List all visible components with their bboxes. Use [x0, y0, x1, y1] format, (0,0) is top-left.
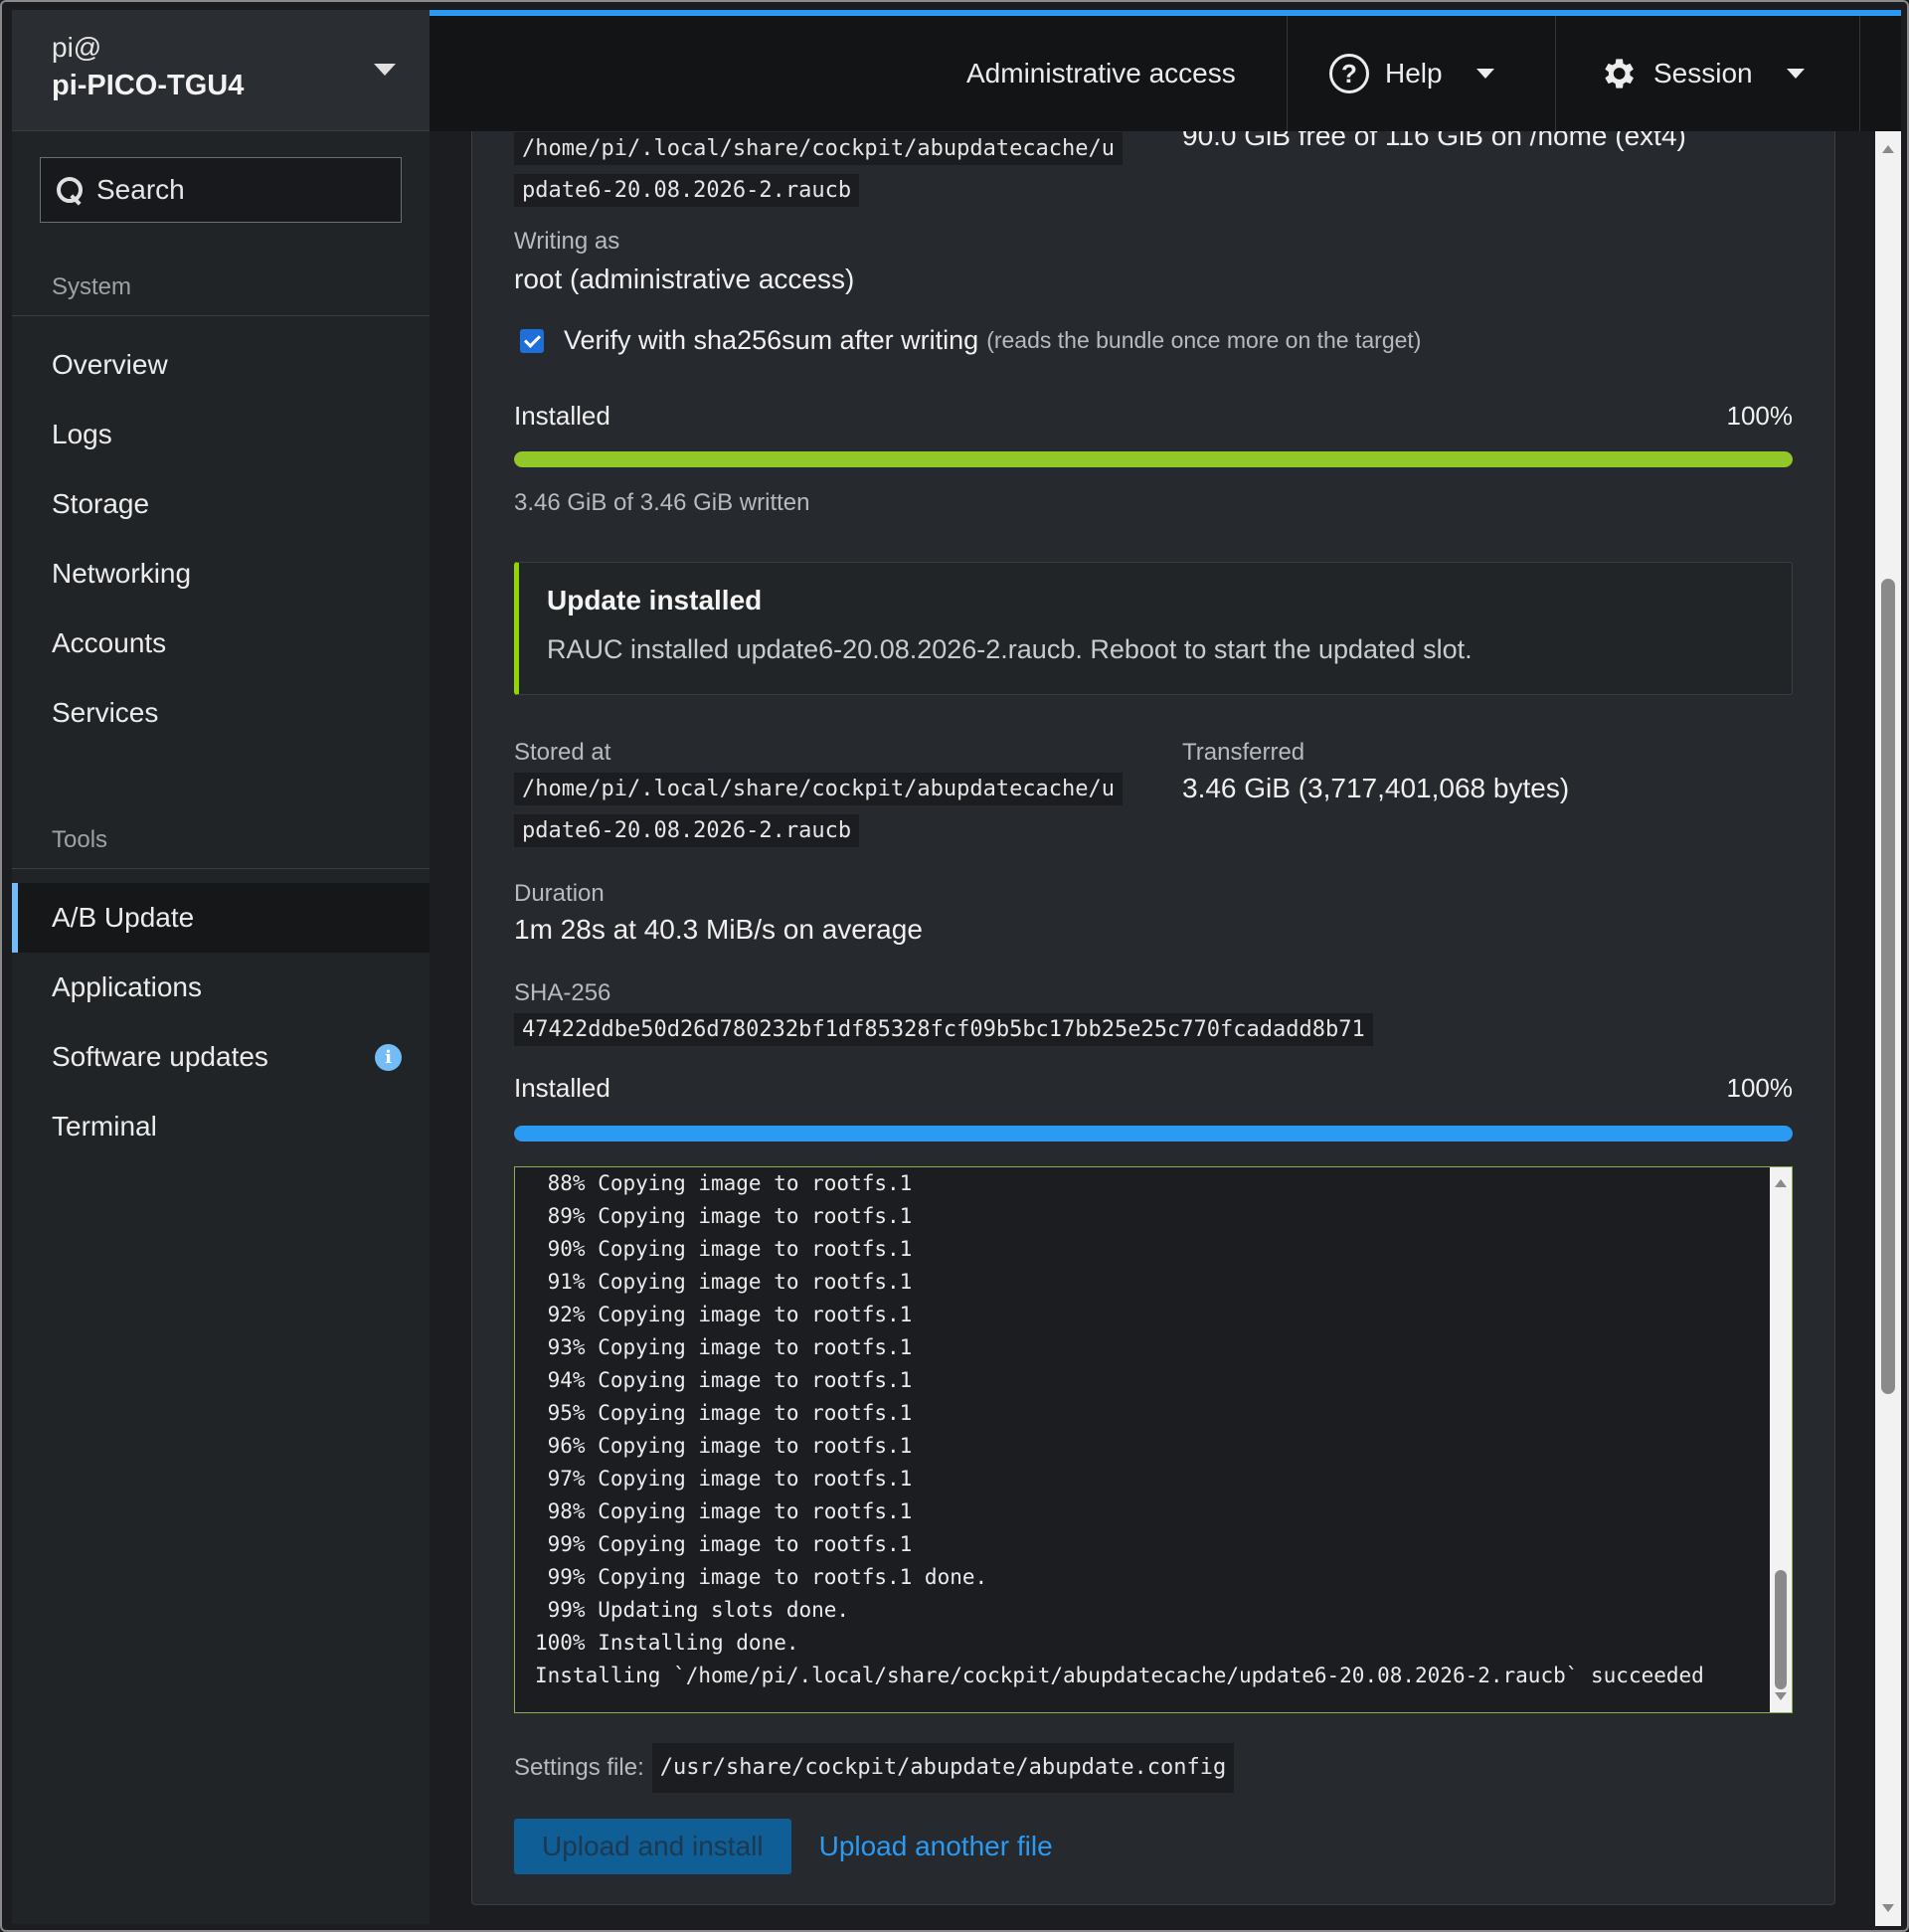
scroll-up-icon[interactable]: [1882, 145, 1894, 153]
writing-as-label: Writing as: [514, 228, 620, 255]
sidebar-item-storage[interactable]: Storage: [12, 469, 430, 539]
sidebar-item-software-updates[interactable]: Software updates i: [12, 1022, 430, 1092]
sidebar-item-accounts[interactable]: Accounts: [12, 609, 430, 678]
sidebar-section-tools: Tools: [12, 811, 430, 869]
alert-title: Update installed: [547, 585, 763, 615]
stored-at-line2: pdate6-20.08.2026-2.raucb: [514, 814, 860, 847]
transferred-value: 3.46 GiB (3,717,401,068 bytes): [1182, 773, 1570, 803]
upload-path-line1: /home/pi/.local/share/cockpit/abupdateca…: [514, 132, 1124, 165]
upload-path-line2: pdate6-20.08.2026-2.raucb: [514, 174, 860, 207]
upload-path: /home/pi/.local/share/cockpit/abupdateca…: [514, 131, 1130, 212]
duration-value: 1m 28s at 40.3 MiB/s on average: [514, 914, 923, 945]
divider: [1859, 16, 1860, 131]
sidebar-item-overview[interactable]: Overview: [12, 330, 430, 400]
upload-another-file-link[interactable]: Upload another file: [819, 1831, 1053, 1862]
help-label: Help: [1385, 58, 1443, 88]
gear-icon: [1605, 59, 1634, 88]
transferred-label: Transferred: [1182, 739, 1305, 766]
host-user: pi@: [52, 32, 102, 63]
sidebar-item-networking[interactable]: Networking: [12, 539, 430, 609]
divider: [1287, 16, 1288, 131]
sha256-label: SHA-256: [514, 979, 611, 1006]
alert-text: RAUC installed update6-20.08.2026-2.rauc…: [547, 634, 1473, 664]
verify-hint: (reads the bundle once more on the targe…: [986, 327, 1422, 353]
install-progress: Installed 100%: [514, 1073, 1793, 1142]
stored-at-line1: /home/pi/.local/share/cockpit/abupdateca…: [514, 773, 1124, 805]
verify-option[interactable]: Verify with sha256sum after writing (rea…: [520, 325, 1421, 356]
progress-percent: 100%: [1726, 1073, 1794, 1103]
chevron-down-icon: [1475, 69, 1494, 79]
host-switcher[interactable]: pi@ pi-PICO-TGU4: [12, 10, 430, 131]
sha256-value-wrap: 47422ddbe50d26d780232bf1df85328fcf09b5bc…: [514, 1009, 1373, 1051]
chevron-down-icon[interactable]: [374, 64, 396, 76]
masthead: Administrative access ? Help Session: [430, 10, 1901, 131]
help-menu-button[interactable]: ? Help: [1329, 16, 1494, 131]
verify-label: Verify with sha256sum after writing: [564, 325, 979, 355]
sidebar-item-terminal[interactable]: Terminal: [12, 1092, 430, 1161]
upload-and-install-label: Upload and install: [542, 1831, 764, 1861]
divider: [1555, 16, 1556, 131]
sidebar-system-list: Overview Logs Storage Networking Account…: [12, 316, 430, 748]
card-body: /home/pi/.local/share/cockpit/abupdateca…: [514, 131, 1793, 1874]
log-scrollbar-thumb[interactable]: [1775, 1570, 1787, 1689]
sidebar: pi@ pi-PICO-TGU4 System Overview Logs St…: [12, 10, 430, 1924]
progress-label: Installed: [514, 1073, 610, 1103]
progress-percent: 100%: [1726, 401, 1794, 431]
sidebar-item-logs[interactable]: Logs: [12, 400, 430, 469]
progress-bar: [514, 451, 1793, 467]
writing-as-value: root (administrative access): [514, 263, 855, 294]
sha256-value: 47422ddbe50d26d780232bf1df85328fcf09b5bc…: [514, 1013, 1373, 1046]
log-scrollbar[interactable]: [1770, 1167, 1792, 1712]
stored-at-value: /home/pi/.local/share/cockpit/abupdateca…: [514, 769, 1130, 852]
sidebar-section-system: System: [12, 259, 430, 316]
install-log-text: 88% Copying image to rootfs.1 89% Copyin…: [535, 1171, 1704, 1687]
settings-path: /usr/share/cockpit/abupdate/abupdate.con…: [651, 1743, 1235, 1793]
sidebar-tools-list: A/B Update Applications Software updates…: [12, 869, 430, 1161]
progress-bar-fill: [514, 1126, 1793, 1142]
scroll-down-icon[interactable]: [1882, 1904, 1894, 1912]
info-icon: i: [375, 1044, 402, 1071]
actions: Upload and install Upload another file: [514, 1819, 1053, 1874]
sidebar-item-services[interactable]: Services: [12, 678, 430, 748]
search-box[interactable]: [40, 157, 402, 223]
help-icon: ?: [1329, 54, 1369, 93]
stored-at-label: Stored at: [514, 739, 611, 766]
window-frame: pi@ pi-PICO-TGU4 System Overview Logs St…: [0, 0, 1909, 1932]
main-content: /home/pi/.local/share/cockpit/abupdateca…: [430, 131, 1875, 1926]
sidebar-item-ab-update[interactable]: A/B Update: [12, 883, 430, 953]
administrative-access-button[interactable]: Administrative access: [966, 16, 1236, 131]
sidebar-item-label: Software updates: [52, 1041, 268, 1072]
settings-file: Settings file: /usr/share/cockpit/abupda…: [514, 1743, 1235, 1793]
progress-detail: 3.46 GiB of 3.46 GiB written: [514, 489, 810, 516]
upload-and-install-button[interactable]: Upload and install: [514, 1819, 791, 1874]
free-space: 90.0 GiB free of 116 GiB on /home (ext4): [1182, 131, 1686, 151]
sidebar-item-applications[interactable]: Applications: [12, 953, 430, 1022]
settings-label: Settings file:: [514, 1754, 644, 1781]
progress-label: Installed: [514, 401, 610, 431]
verify-checkbox[interactable]: [520, 328, 544, 353]
search-input[interactable]: [96, 174, 395, 206]
page-scrollbar[interactable]: [1875, 131, 1901, 1926]
progress-bar-fill: [514, 451, 1793, 467]
session-label: Session: [1653, 58, 1753, 88]
install-log[interactable]: 88% Copying image to rootfs.1 89% Copyin…: [514, 1166, 1793, 1713]
success-alert: Update installed RAUC installed update6-…: [514, 562, 1793, 695]
page-scrollbar-thumb[interactable]: [1881, 579, 1895, 1394]
chevron-down-icon: [1786, 69, 1805, 79]
scroll-up-icon[interactable]: [1775, 1179, 1787, 1187]
duration-label: Duration: [514, 880, 605, 907]
update-card: /home/pi/.local/share/cockpit/abupdateca…: [471, 131, 1835, 1905]
write-progress: Installed 100% 3.46 GiB of 3.46 GiB writ…: [514, 401, 1793, 517]
progress-bar: [514, 1126, 1793, 1142]
session-menu-button[interactable]: Session: [1598, 16, 1805, 131]
scroll-down-icon[interactable]: [1775, 1692, 1787, 1700]
search-icon: [55, 175, 85, 205]
host-name: pi-PICO-TGU4: [52, 70, 245, 101]
